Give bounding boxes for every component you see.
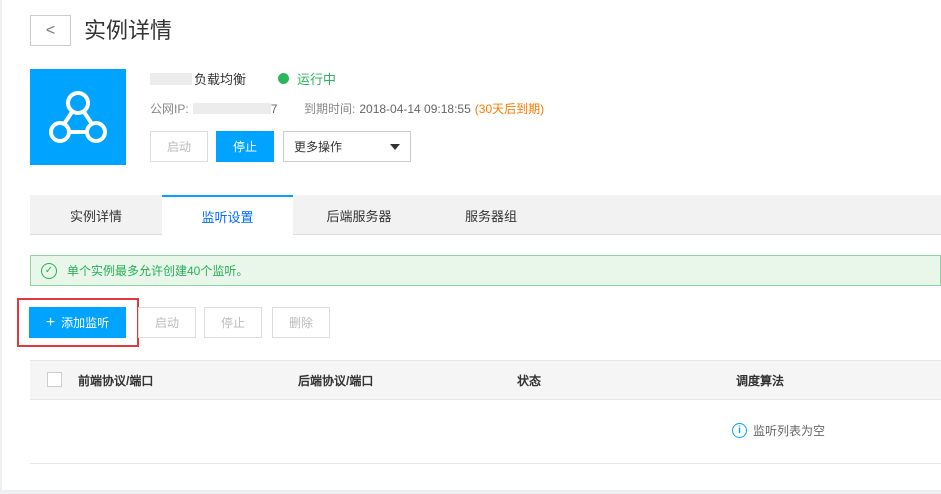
- tab-listeners[interactable]: 监听设置: [162, 195, 293, 236]
- status-dot-icon: [278, 73, 289, 84]
- notice-banner: ✓ 单个实例最多允许创建40个监听。: [30, 255, 941, 286]
- col-algorithm: 调度算法: [736, 373, 785, 388]
- tab-backend-servers[interactable]: 后端服务器: [293, 195, 425, 235]
- stop-button[interactable]: 停止: [216, 131, 274, 162]
- empty-text: 监听列表为空: [753, 424, 826, 438]
- chevron-left-icon: <: [45, 21, 56, 39]
- add-listener-label: 添加监听: [61, 316, 110, 330]
- expire-note: (30天后到期): [474, 102, 545, 116]
- network-node-icon: [49, 91, 107, 143]
- select-all-checkbox[interactable]: [47, 372, 62, 387]
- more-actions-select[interactable]: 更多操作: [283, 131, 411, 162]
- empty-state: i 监听列表为空: [732, 422, 825, 439]
- page: < 实例详情 负载均衡 运行中 公网IP: 7 到期时间: 2018-04-14…: [2, 0, 941, 490]
- ip-suffix: 7: [270, 101, 278, 116]
- redacted-mask: [192, 103, 271, 114]
- table-header: 前端协议/端口 后端协议/端口 状态 调度算法: [30, 360, 941, 400]
- expire-value: 2018-04-14 09:18:55: [359, 101, 471, 116]
- back-button[interactable]: <: [30, 15, 71, 46]
- check-circle-icon: ✓: [41, 262, 57, 279]
- caret-down-icon: [390, 143, 400, 150]
- notice-text: 单个实例最多允许创建40个监听。: [67, 264, 249, 278]
- redacted-mask: [150, 72, 192, 85]
- listener-delete-button[interactable]: 删除: [272, 307, 330, 338]
- col-frontend: 前端协议/端口: [78, 373, 154, 388]
- instance-name-text: 负载均衡: [194, 72, 247, 87]
- plus-icon: +: [45, 313, 56, 331]
- info-icon: i: [732, 423, 747, 438]
- expire-label: 到期时间:: [304, 102, 356, 116]
- expire-time: 到期时间: 2018-04-14 09:18:55 (30天后到期): [304, 100, 544, 117]
- table-bottom-divider: [30, 463, 941, 464]
- page-title: 实例详情: [84, 18, 173, 43]
- ip-label: 公网IP:: [150, 102, 189, 116]
- col-backend: 后端协议/端口: [298, 373, 374, 388]
- tab-server-groups[interactable]: 服务器组: [425, 195, 557, 235]
- more-actions-label: 更多操作: [294, 140, 343, 154]
- status-text: 运行中: [297, 72, 337, 87]
- instance-icon: [30, 69, 126, 165]
- col-status: 状态: [517, 373, 542, 388]
- status-badge: 运行中: [278, 69, 336, 88]
- listener-stop-button[interactable]: 停止: [204, 307, 262, 338]
- start-button[interactable]: 启动: [150, 131, 208, 162]
- listener-start-button[interactable]: 启动: [138, 307, 196, 338]
- tab-instance-details[interactable]: 实例详情: [30, 195, 162, 235]
- tab-bar: 实例详情 监听设置 后端服务器 服务器组: [30, 195, 941, 236]
- public-ip: 公网IP: 7: [150, 100, 277, 117]
- instance-name: 负载均衡: [150, 69, 246, 88]
- add-listener-button[interactable]: + 添加监听: [29, 307, 126, 338]
